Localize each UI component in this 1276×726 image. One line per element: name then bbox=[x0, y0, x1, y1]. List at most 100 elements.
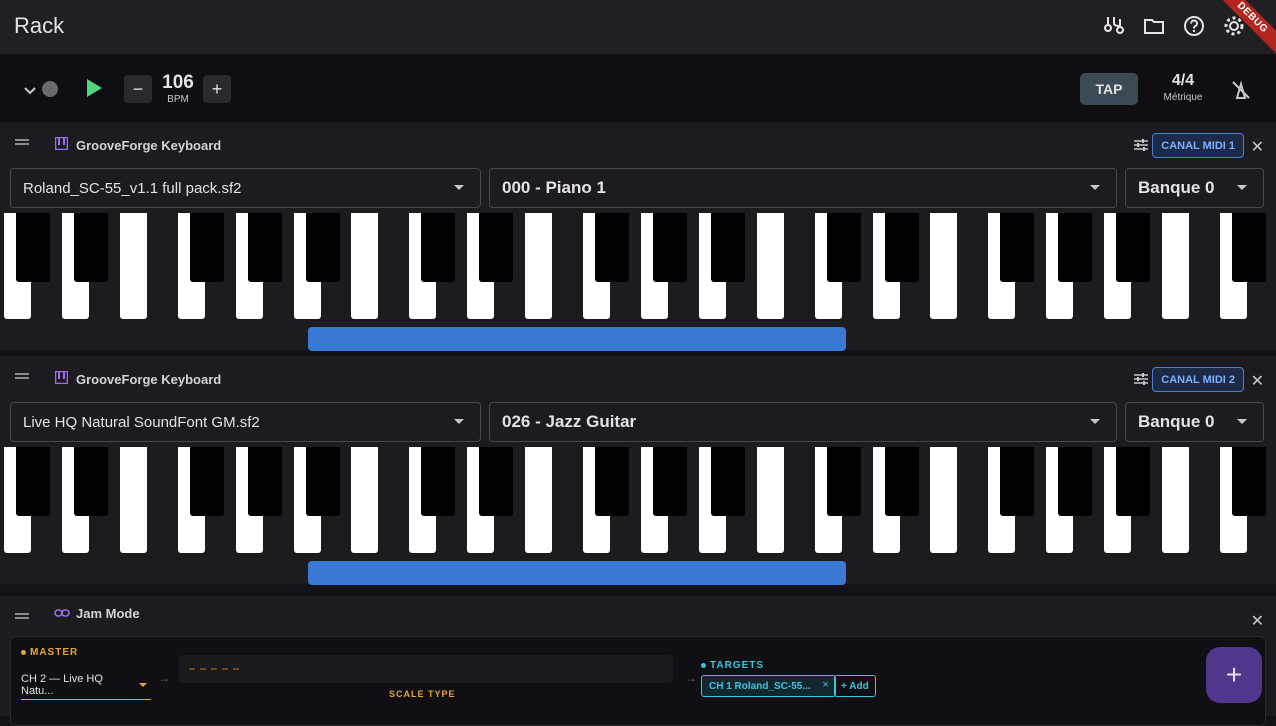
tap-tempo-button[interactable]: TAP bbox=[1080, 73, 1138, 105]
tune-icon[interactable] bbox=[1134, 138, 1148, 157]
black-key[interactable] bbox=[652, 213, 687, 282]
add-target-label: + Add bbox=[841, 680, 869, 692]
folder-icon[interactable] bbox=[1142, 14, 1166, 38]
black-key[interactable] bbox=[73, 447, 108, 516]
soundfont-value: Roland_SC-55_v1.1 full pack.sf2 bbox=[23, 179, 242, 197]
white-key[interactable] bbox=[1162, 447, 1189, 553]
bpm-label: BPM bbox=[167, 94, 189, 105]
target-chip-label: CH 1 Roland_SC-55... bbox=[709, 680, 811, 692]
meter-selector[interactable]: 4/4 Métrique bbox=[1158, 72, 1208, 103]
appbar-actions bbox=[1102, 14, 1246, 38]
meter-label: Métrique bbox=[1163, 92, 1203, 103]
master-value-cont: Natu... bbox=[21, 685, 54, 697]
white-key[interactable] bbox=[756, 213, 784, 319]
midi-channel-chip[interactable]: CANAL MIDI 1 bbox=[1152, 133, 1244, 158]
drag-handle-icon[interactable] bbox=[15, 613, 29, 615]
black-key[interactable] bbox=[1000, 447, 1035, 516]
white-key[interactable] bbox=[756, 447, 784, 553]
black-key[interactable] bbox=[710, 447, 745, 516]
piano-keyboard[interactable] bbox=[0, 447, 1276, 553]
bank-dropdown[interactable]: Banque 0 bbox=[1125, 402, 1264, 442]
black-key[interactable] bbox=[1000, 213, 1035, 282]
dropdown-caret-icon bbox=[454, 419, 464, 424]
black-key[interactable] bbox=[189, 447, 224, 516]
white-key[interactable] bbox=[930, 447, 958, 553]
midi-channel-chip[interactable]: CANAL MIDI 2 bbox=[1152, 367, 1244, 392]
app-bar: Rack DEBUG bbox=[0, 0, 1276, 60]
patch-dropdown[interactable]: 026 - Jazz Guitar bbox=[489, 402, 1117, 442]
black-key[interactable] bbox=[247, 447, 282, 516]
bpm-increase-button[interactable]: + bbox=[203, 75, 231, 103]
bank-dropdown[interactable]: Banque 0 bbox=[1125, 168, 1264, 208]
black-key[interactable] bbox=[1058, 447, 1093, 516]
black-key[interactable] bbox=[16, 213, 50, 282]
play-icon[interactable] bbox=[85, 78, 103, 103]
piano-keyboard[interactable] bbox=[0, 213, 1276, 319]
black-key[interactable] bbox=[595, 447, 629, 516]
add-target-button[interactable]: + Add bbox=[834, 675, 876, 697]
black-key[interactable] bbox=[884, 447, 919, 516]
close-icon[interactable]: ✕ bbox=[1251, 137, 1264, 157]
black-key[interactable] bbox=[710, 213, 745, 282]
white-key[interactable] bbox=[119, 213, 147, 319]
black-key[interactable] bbox=[884, 213, 919, 282]
black-key[interactable] bbox=[1058, 213, 1093, 282]
remove-target-icon[interactable]: × bbox=[822, 679, 828, 691]
meter-value: 4/4 bbox=[1171, 72, 1195, 89]
black-key[interactable] bbox=[421, 213, 456, 282]
white-key[interactable] bbox=[351, 213, 379, 319]
black-key[interactable] bbox=[73, 213, 108, 282]
black-key[interactable] bbox=[826, 447, 861, 516]
midi-cable-icon[interactable] bbox=[1102, 14, 1126, 38]
dropdown-caret-icon bbox=[454, 185, 464, 190]
master-dropdown[interactable]: CH 2 — Live HQ Natu... bbox=[21, 673, 151, 700]
close-icon[interactable]: ✕ bbox=[1251, 371, 1264, 391]
black-key[interactable] bbox=[479, 447, 514, 516]
drag-handle-icon[interactable] bbox=[15, 139, 29, 141]
white-key[interactable] bbox=[1162, 213, 1189, 319]
tune-icon[interactable] bbox=[1134, 372, 1148, 391]
metronome-off-icon[interactable] bbox=[1231, 80, 1251, 105]
black-key[interactable] bbox=[305, 447, 340, 516]
black-key[interactable] bbox=[305, 213, 340, 282]
arrow-right-icon: → bbox=[685, 671, 697, 685]
target-chip[interactable]: CH 1 Roland_SC-55... × bbox=[701, 675, 836, 697]
soundfont-dropdown[interactable]: Roland_SC-55_v1.1 full pack.sf2 bbox=[10, 168, 481, 208]
chevron-down-icon[interactable] bbox=[24, 82, 36, 100]
panel-header: GrooveForge Keyboard CANAL MIDI 1 ✕ bbox=[0, 122, 1276, 168]
piano-icon bbox=[54, 370, 69, 389]
close-icon[interactable]: ✕ bbox=[1251, 611, 1264, 631]
black-key[interactable] bbox=[652, 447, 687, 516]
scale-type-label: SCALE TYPE bbox=[389, 689, 456, 699]
patch-dropdown[interactable]: 000 - Piano 1 bbox=[489, 168, 1117, 208]
black-key[interactable] bbox=[595, 213, 629, 282]
black-key[interactable] bbox=[421, 447, 456, 516]
black-key[interactable] bbox=[1116, 447, 1151, 516]
add-module-button[interactable]: + bbox=[1206, 647, 1262, 703]
black-key[interactable] bbox=[1116, 213, 1151, 282]
white-key[interactable] bbox=[119, 447, 147, 553]
white-key[interactable] bbox=[930, 213, 958, 319]
white-key[interactable] bbox=[525, 213, 553, 319]
master-label: MASTER bbox=[21, 647, 78, 658]
drag-handle-icon[interactable] bbox=[15, 373, 29, 375]
panel-header: GrooveForge Keyboard CANAL MIDI 2 ✕ bbox=[0, 356, 1276, 402]
black-key[interactable] bbox=[1231, 213, 1266, 282]
black-key[interactable] bbox=[479, 213, 514, 282]
black-key[interactable] bbox=[16, 447, 50, 516]
record-indicator[interactable] bbox=[42, 81, 58, 97]
keyboard-scrollbar[interactable] bbox=[308, 561, 846, 585]
black-key[interactable] bbox=[189, 213, 224, 282]
soundfont-dropdown[interactable]: Live HQ Natural SoundFont GM.sf2 bbox=[10, 402, 481, 442]
help-icon[interactable] bbox=[1182, 14, 1206, 38]
bpm-decrease-button[interactable]: − bbox=[124, 75, 152, 103]
black-key[interactable] bbox=[1231, 447, 1266, 516]
keyboard-scrollbar[interactable] bbox=[308, 327, 846, 351]
soundfont-value: Live HQ Natural SoundFont GM.sf2 bbox=[23, 413, 260, 431]
white-key[interactable] bbox=[351, 447, 379, 553]
black-key[interactable] bbox=[247, 213, 282, 282]
scale-type-field[interactable] bbox=[179, 655, 673, 683]
white-key[interactable] bbox=[525, 447, 553, 553]
black-key[interactable] bbox=[826, 213, 861, 282]
patch-value: 026 - Jazz Guitar bbox=[502, 412, 637, 431]
